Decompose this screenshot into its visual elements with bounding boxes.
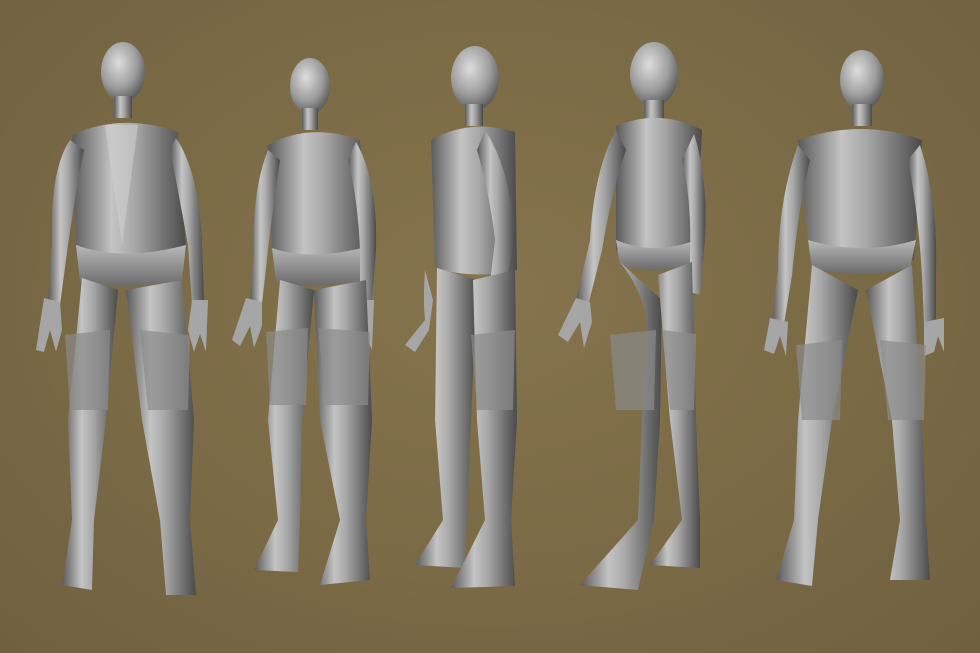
sculpt-figure-back (750, 0, 950, 653)
sculpt-figure-back-three-quarter (550, 0, 730, 653)
sculpt-figure-front (10, 0, 220, 653)
render-viewport (0, 0, 980, 653)
sculpt-figure-side (385, 0, 535, 653)
sculpt-figure-three-quarter (210, 0, 390, 653)
